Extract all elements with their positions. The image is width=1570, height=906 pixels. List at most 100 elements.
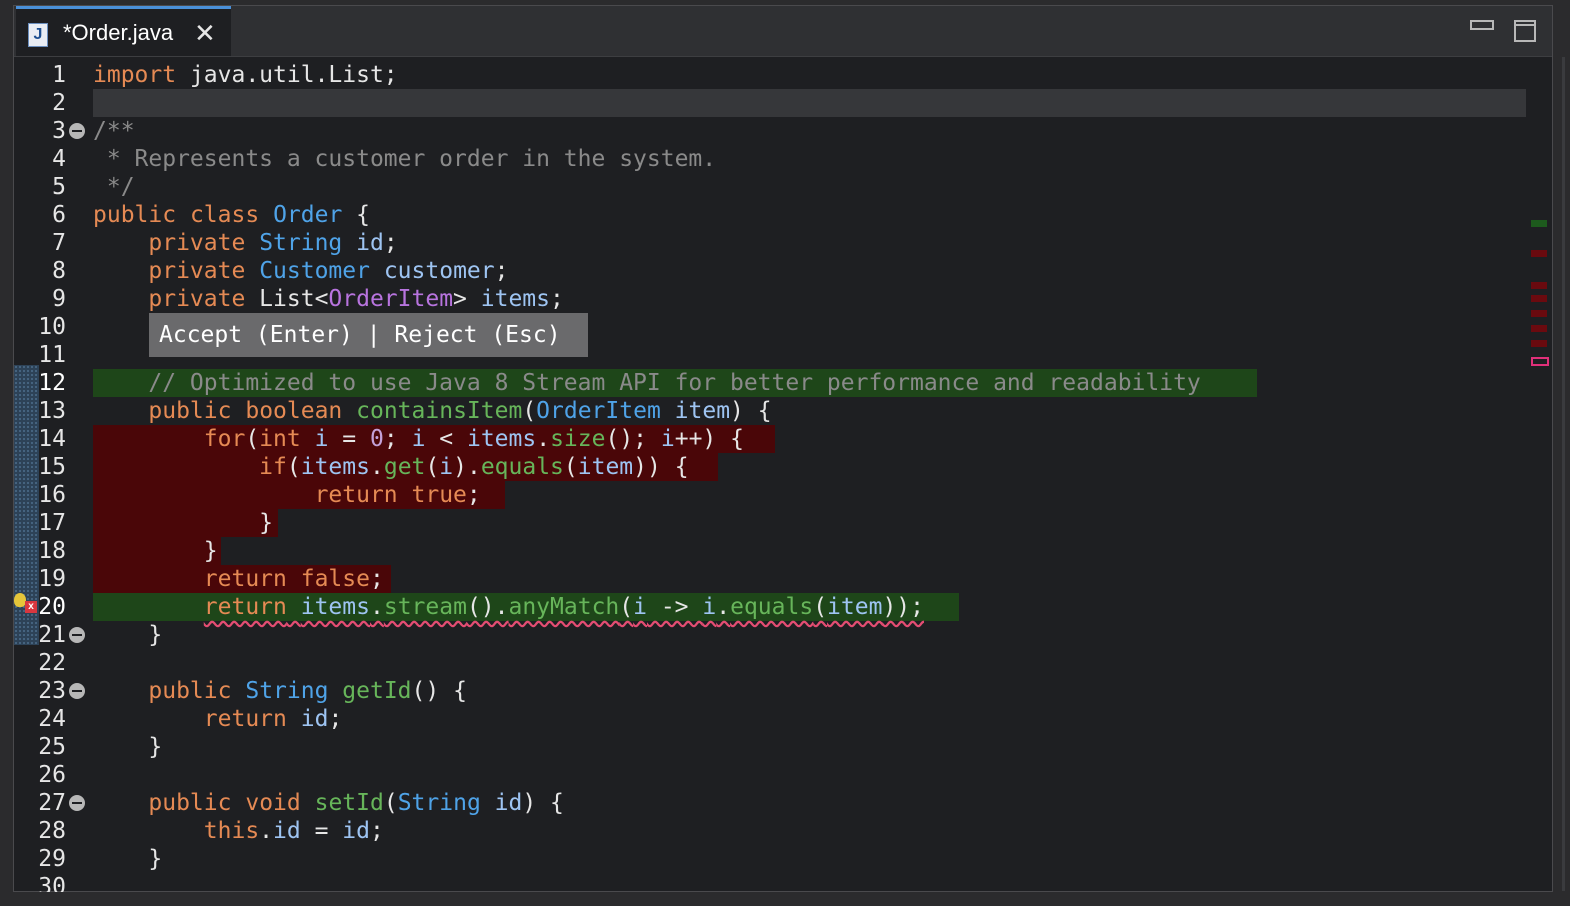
line-number: 6 (52, 202, 66, 228)
code-text: private String id; (148, 230, 398, 256)
code-text: */ (93, 174, 135, 200)
line-number: 8 (52, 258, 66, 284)
code-line[interactable]: 2 (14, 89, 1526, 117)
code-text: import java.util.List; (93, 62, 398, 88)
code-text: private List<OrderItem> items; (148, 286, 564, 312)
overview-add-marker[interactable] (1531, 220, 1547, 227)
line-number: 12 (38, 370, 66, 396)
overview-error-marker[interactable] (1531, 357, 1549, 366)
minimize-icon[interactable] (1470, 20, 1494, 30)
code-text: } (93, 846, 163, 872)
line-number: 29 (38, 846, 66, 872)
error-icon[interactable]: x (25, 601, 37, 613)
line-number: 15 (38, 454, 66, 480)
code-text: } (93, 510, 274, 536)
code-text: for(int i = 0; i < items.size(); i++) { (203, 426, 744, 452)
line-number: 28 (38, 818, 66, 844)
java-file-icon: J (28, 23, 48, 47)
code-text: public void setId(String id) { (148, 790, 564, 816)
line-number: 7 (52, 230, 66, 256)
code-text: private Customer customer; (148, 258, 509, 284)
line-number: 22 (38, 650, 66, 676)
tab-bar: J *Order.java ✕ (14, 6, 1552, 57)
code-line[interactable]: 20 return items.stream().anyMatch(i -> i… (14, 593, 1524, 621)
code-line[interactable]: 28 this.id = id; (14, 817, 1524, 845)
line-number: 9 (52, 286, 66, 312)
code-text: if(items.get(i).equals(item)) { (259, 454, 689, 480)
code-line[interactable]: 16 return true; (14, 481, 1524, 509)
line-number: 21 (38, 622, 66, 648)
line-number: 19 (38, 566, 66, 592)
code-text: this.id = id; (203, 818, 384, 844)
code-line[interactable]: 25 } (14, 733, 1524, 761)
code-line[interactable]: 13 public boolean containsItem(OrderItem… (14, 397, 1524, 425)
code-line[interactable]: 14 for(int i = 0; i < items.size(); i++)… (14, 425, 1524, 453)
code-line[interactable]: 4 * Represents a customer order in the s… (14, 145, 1524, 173)
code-text: } (93, 538, 218, 564)
code-line[interactable]: 8 private Customer customer; (14, 257, 1524, 285)
line-number: 26 (38, 762, 66, 788)
accept-reject-popup[interactable]: Accept (Enter) | Reject (Esc) (149, 313, 588, 357)
line-number: 5 (52, 174, 66, 200)
current-line-highlight (93, 89, 1526, 117)
code-line[interactable]: 26 (14, 761, 1524, 789)
code-text: } (93, 734, 163, 760)
status-strip (0, 892, 1570, 906)
code-line[interactable]: 23 public String getId() { (14, 677, 1524, 705)
line-number: 23 (38, 678, 66, 704)
code-text: * Represents a customer order in the sys… (93, 146, 717, 172)
code-text: /** (93, 118, 135, 144)
code-text: public boolean containsItem(OrderItem it… (148, 398, 772, 424)
line-number: 17 (38, 510, 66, 536)
code-line[interactable]: 6 public class Order { (14, 201, 1524, 229)
code-line[interactable]: 5 */ (14, 173, 1524, 201)
code-line[interactable]: 21 } (14, 621, 1524, 649)
overview-remove-marker[interactable] (1531, 282, 1547, 289)
overview-remove-marker[interactable] (1531, 295, 1547, 302)
code-editor[interactable]: 1 import java.util.List; 2 3/** 4 * Represen… (14, 57, 1565, 900)
overview-remove-marker[interactable] (1531, 340, 1547, 347)
overview-remove-marker[interactable] (1531, 325, 1547, 332)
line-number: 25 (38, 734, 66, 760)
code-text: public class Order { (93, 202, 371, 228)
line-number: 1 (52, 62, 66, 88)
code-line[interactable]: 1 import java.util.List; (14, 61, 1524, 89)
line-number: 18 (38, 538, 66, 564)
line-number: 27 (38, 790, 66, 816)
line-number: 11 (38, 342, 66, 368)
code-line[interactable]: 17 } (14, 509, 1524, 537)
fold-toggle-icon[interactable] (69, 627, 85, 643)
code-line[interactable]: 15 if(items.get(i).equals(item)) { (14, 453, 1524, 481)
tab-order-java[interactable]: J *Order.java ✕ (16, 6, 231, 56)
code-line[interactable]: 18 } (14, 537, 1524, 565)
code-line[interactable]: 27 public void setId(String id) { (14, 789, 1524, 817)
line-number: 10 (38, 314, 66, 340)
line-number: 14 (38, 426, 66, 452)
fold-toggle-icon[interactable] (69, 795, 85, 811)
fold-toggle-icon[interactable] (69, 123, 85, 139)
line-number: 2 (52, 90, 66, 116)
code-text: return items.stream().anyMatch(i -> i.eq… (203, 594, 924, 620)
code-line[interactable]: 24 return id; (14, 705, 1524, 733)
code-line[interactable]: 3 /** (14, 117, 1524, 145)
line-number: 16 (38, 482, 66, 508)
code-text: return true; (314, 482, 481, 508)
code-line[interactable]: 22 (14, 649, 1524, 677)
code-line[interactable]: 19 return false; (14, 565, 1524, 593)
line-number: 4 (52, 146, 66, 172)
code-text: return id; (203, 706, 343, 732)
editor-window: J *Order.java ✕ 1 import java.util.List; 2… (13, 5, 1565, 900)
overview-remove-marker[interactable] (1531, 310, 1547, 317)
overview-remove-marker[interactable] (1531, 250, 1547, 257)
maximize-icon[interactable] (1514, 20, 1536, 42)
tab-title: *Order.java (63, 20, 174, 45)
close-tab-icon[interactable]: ✕ (194, 18, 216, 49)
code-line[interactable]: 12 // Optimized to use Java 8 Stream API… (14, 369, 1524, 397)
fold-toggle-icon[interactable] (69, 683, 85, 699)
line-number: 3 (52, 118, 66, 144)
code-text: // Optimized to use Java 8 Stream API fo… (93, 370, 1201, 396)
code-line[interactable]: 29 } (14, 845, 1524, 873)
vertical-scrollbar[interactable] (1562, 57, 1565, 891)
code-line[interactable]: 7 private String id; (14, 229, 1524, 257)
code-line[interactable]: 9 private List<OrderItem> items; (14, 285, 1524, 313)
